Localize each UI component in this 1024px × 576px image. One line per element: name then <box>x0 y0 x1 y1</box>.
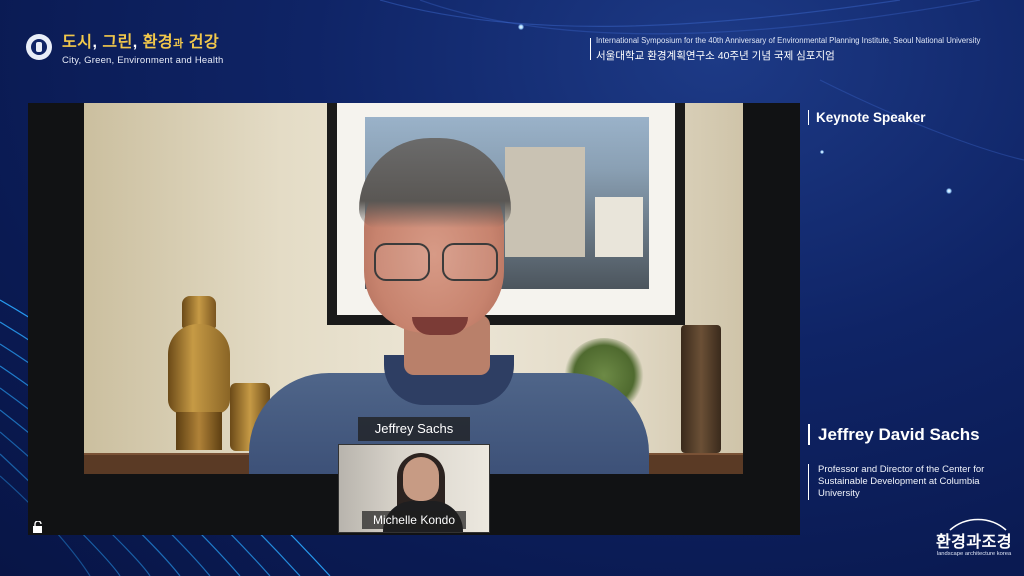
glasses-icon <box>374 243 498 281</box>
star-sparkle <box>946 188 952 194</box>
brand-name-en: landscape architecture korea <box>936 551 1012 557</box>
main-participant-name: Jeffrey Sachs <box>358 417 470 441</box>
unlock-icon[interactable] <box>32 521 44 533</box>
star-sparkle <box>518 24 524 30</box>
symposium-title: International Symposium for the 40th Ann… <box>590 36 1002 63</box>
wood-carving <box>681 325 721 453</box>
speaker-description: Professor and Director of the Center for… <box>808 464 1018 500</box>
brand-arc-icon <box>949 518 1007 531</box>
keynote-speaker-label: Keynote Speaker <box>808 110 926 125</box>
brand-logo: 환경과조경 landscape architecture korea <box>928 518 1020 557</box>
star-sparkle <box>820 150 824 154</box>
speaker-name: Jeffrey David Sachs <box>808 424 980 445</box>
symposium-title-ko: 서울대학교 환경계획연구소 40주년 기념 국제 심포지엄 <box>596 50 835 62</box>
participant-thumbnail[interactable]: Michelle Kondo <box>338 444 490 533</box>
event-logo: 도시, 그린, 환경과 건강 City, Green, Environment … <box>26 34 224 66</box>
university-emblem-icon <box>26 34 52 60</box>
event-title-en: City, Green, Environment and Health <box>62 55 224 66</box>
event-title-ko: 도시, 그린, 환경과 건강 <box>62 34 220 51</box>
thumbnail-participant-name: Michelle Kondo <box>362 511 466 529</box>
symposium-title-en: International Symposium for the 40th Ann… <box>596 36 981 45</box>
